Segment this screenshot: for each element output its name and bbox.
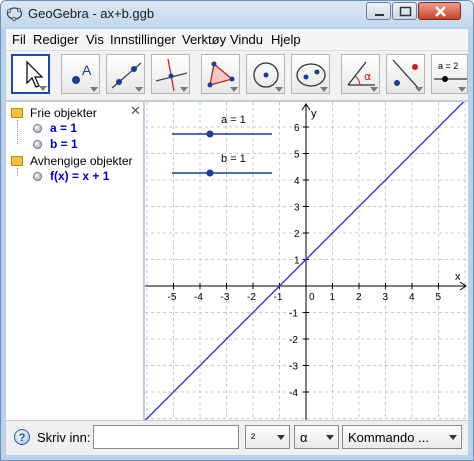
x-tick-label: 4 bbox=[409, 292, 415, 303]
polygon-tool-button[interactable] bbox=[201, 54, 240, 94]
superscript-value: ² bbox=[251, 430, 256, 445]
ellipse-tool-button[interactable] bbox=[291, 54, 330, 94]
input-help-icon[interactable]: ? bbox=[14, 429, 30, 445]
toolbar: A α a = 2 bbox=[6, 51, 468, 101]
maximize-icon bbox=[399, 6, 412, 17]
close-algebra-view-icon[interactable]: ✕ bbox=[130, 103, 141, 119]
minimize-button[interactable] bbox=[366, 2, 391, 20]
visibility-toggle-b[interactable] bbox=[33, 140, 42, 149]
free-objects-category[interactable]: Frie objekter bbox=[30, 106, 97, 120]
y-tick-label: -2 bbox=[289, 335, 298, 346]
circle-tool-button[interactable] bbox=[246, 54, 285, 94]
x-axis-label: x bbox=[455, 271, 461, 283]
menu-hjelp[interactable]: Hjelp bbox=[271, 32, 301, 47]
y-axis-label: y bbox=[311, 108, 317, 120]
x-tick-label: -1 bbox=[274, 292, 283, 303]
tree-connector bbox=[17, 168, 18, 176]
move-tool-button[interactable] bbox=[11, 54, 50, 94]
input-field[interactable] bbox=[93, 425, 239, 449]
line-tool-button[interactable] bbox=[106, 54, 145, 94]
tree-connector bbox=[17, 120, 18, 144]
folder-icon bbox=[11, 156, 23, 166]
svg-text:α: α bbox=[364, 70, 371, 83]
maximize-button[interactable] bbox=[392, 2, 417, 20]
x-tick-label: -4 bbox=[194, 292, 203, 303]
slider-a-knob[interactable] bbox=[206, 130, 214, 138]
visibility-toggle-f[interactable] bbox=[33, 172, 42, 181]
x-tick-label: -2 bbox=[247, 292, 256, 303]
y-tick-label: 3 bbox=[294, 203, 300, 214]
graphics-view[interactable]: x y -5 -4 -3 -2 -1 0 1 2 3 4 5 6 5 4 3 2 1 -1 -2 -3 -4 a = 1 b =… bbox=[145, 102, 468, 420]
algebra-item-b[interactable]: b = 1 bbox=[50, 137, 78, 151]
chevron-down-icon bbox=[326, 435, 334, 440]
menu-vis[interactable]: Vis bbox=[86, 32, 104, 47]
slider-a-label: a = 1 bbox=[221, 114, 246, 126]
x-tick-label: -3 bbox=[221, 292, 230, 303]
algebra-item-a[interactable]: a = 1 bbox=[50, 121, 77, 135]
x-tick-label: 0 bbox=[309, 292, 315, 303]
close-icon bbox=[435, 6, 446, 17]
minimize-icon bbox=[375, 14, 384, 16]
coordinate-plane[interactable]: x y -5 -4 -3 -2 -1 0 1 2 3 4 5 6 5 4 3 2 1 -1 -2 -3 -4 a = 1 b =… bbox=[145, 102, 468, 420]
x-tick-label: 3 bbox=[383, 292, 389, 303]
y-tick-label: -1 bbox=[289, 309, 298, 320]
slider-b-label: b = 1 bbox=[221, 153, 246, 165]
superscript-dropdown[interactable]: ² bbox=[245, 425, 290, 449]
x-tick-label: 2 bbox=[356, 292, 362, 303]
slider-b-knob[interactable] bbox=[206, 169, 214, 177]
chevron-down-icon bbox=[277, 435, 285, 440]
input-label: Skriv inn: bbox=[37, 430, 91, 445]
menu-rediger[interactable]: Rediger bbox=[33, 32, 79, 47]
svg-text:a = 2: a = 2 bbox=[438, 61, 458, 71]
visibility-toggle-a[interactable] bbox=[33, 124, 42, 133]
perpendicular-tool-button[interactable] bbox=[151, 54, 190, 94]
y-tick-label: -3 bbox=[289, 362, 298, 373]
algebra-item-f[interactable]: f(x) = x + 1 bbox=[50, 169, 109, 183]
command-value: Kommando ... bbox=[348, 430, 429, 445]
close-window-button[interactable] bbox=[418, 2, 461, 20]
greek-letter-dropdown[interactable]: α bbox=[294, 425, 339, 449]
svg-text:A: A bbox=[82, 62, 92, 78]
menu-vindu[interactable]: Vindu bbox=[230, 32, 263, 47]
menu-innstillinger[interactable]: Innstillinger bbox=[110, 32, 176, 47]
reflect-tool-button[interactable] bbox=[386, 54, 425, 94]
y-tick-label: 4 bbox=[294, 176, 300, 187]
y-tick-label: 5 bbox=[294, 150, 300, 161]
x-tick-label: 5 bbox=[436, 292, 442, 303]
menu-verktoy[interactable]: Verktøy bbox=[182, 32, 226, 47]
geogebra-app-icon bbox=[6, 5, 23, 22]
x-tick-label: -5 bbox=[168, 292, 177, 303]
point-tool-button[interactable]: A bbox=[61, 54, 100, 94]
dependent-objects-category[interactable]: Avhengige objekter bbox=[30, 154, 133, 168]
window-title: GeoGebra - ax+b.ggb bbox=[28, 6, 155, 21]
menu-fil[interactable]: Fil bbox=[12, 32, 26, 47]
slider-tool-button[interactable]: a = 2 bbox=[431, 54, 468, 94]
chevron-down-icon bbox=[449, 435, 457, 440]
folder-icon bbox=[11, 108, 23, 118]
greek-value: α bbox=[300, 430, 308, 445]
angle-tool-button[interactable]: α bbox=[341, 54, 380, 94]
y-tick-label: 1 bbox=[294, 256, 300, 267]
x-tick-label: 1 bbox=[330, 292, 336, 303]
y-tick-label: 6 bbox=[294, 123, 300, 134]
y-tick-label: -4 bbox=[289, 388, 298, 399]
y-tick-label: 2 bbox=[294, 229, 300, 240]
command-dropdown[interactable]: Kommando ... bbox=[342, 425, 462, 449]
